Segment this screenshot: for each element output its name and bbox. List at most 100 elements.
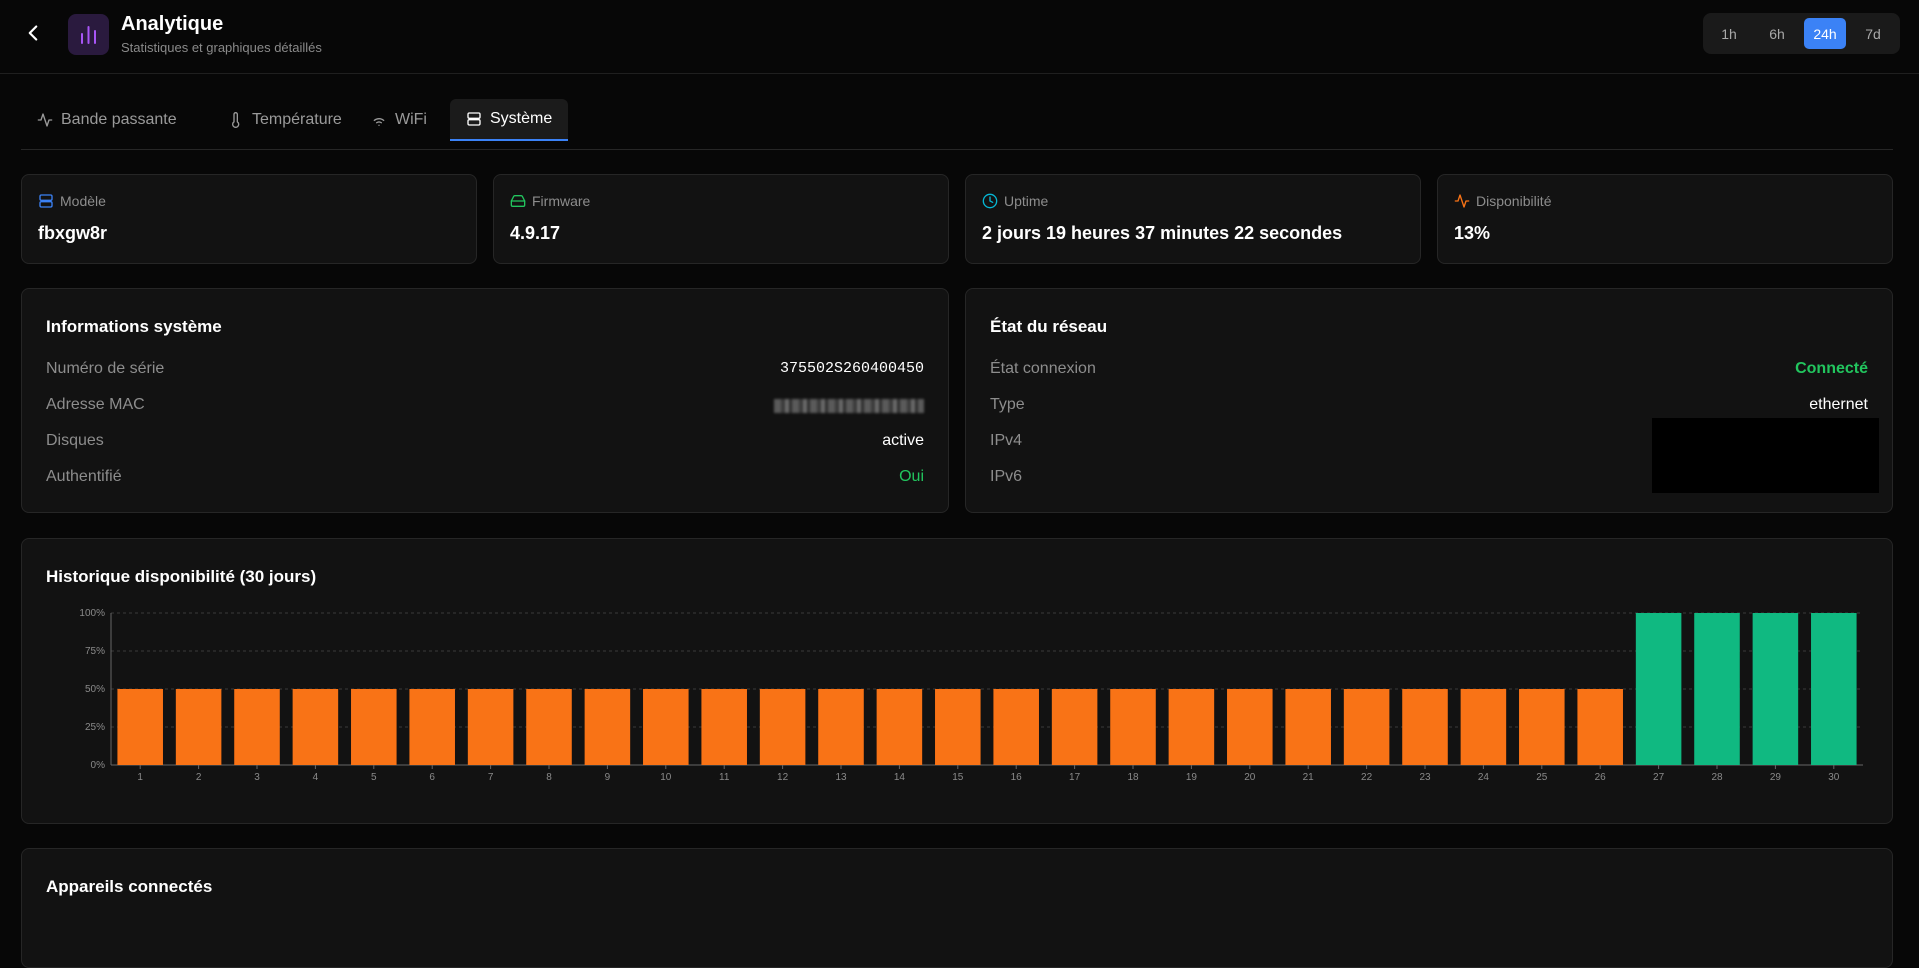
availability-bar — [701, 689, 747, 765]
x-tick-label: 13 — [835, 772, 847, 783]
stat-label: Modèle — [60, 193, 106, 209]
bar-chart-icon — [81, 26, 96, 44]
info-key: IPv4 — [990, 432, 1023, 449]
availability-bar — [1168, 689, 1215, 765]
panel-title: Informations système — [46, 317, 222, 336]
x-tick-label: 26 — [1595, 772, 1607, 783]
stat-card-model: Modèle fbxgw8r — [21, 174, 477, 264]
tab-bande-passante[interactable]: Bande passante — [21, 99, 193, 141]
availability-bar — [1577, 689, 1623, 765]
availability-bar — [175, 689, 222, 765]
availability-bar — [759, 689, 806, 765]
x-tick-label: 28 — [1711, 772, 1723, 783]
availability-chart-panel: Historique disponibilité (30 jours) 0% 25… — [21, 538, 1893, 824]
info-key: Disques — [46, 432, 104, 449]
x-tick-label: 4 — [313, 772, 319, 783]
stat-value: fbxgw8r — [38, 223, 108, 243]
system-info-panel: Informations système Numéro de série 375… — [21, 288, 949, 513]
disks-value: active — [882, 432, 924, 449]
app-logo — [68, 14, 109, 55]
stat-label: Disponibilité — [1476, 193, 1552, 209]
availability-bar — [117, 689, 163, 765]
stat-value: 2 jours 19 heures 37 minutes 22 secondes — [982, 223, 1343, 243]
availability-bar — [292, 689, 339, 765]
redacted-ip-block — [1652, 418, 1879, 493]
blurred-mac — [774, 399, 924, 413]
stat-card-uptime: Uptime 2 jours 19 heures 37 minutes 22 s… — [965, 174, 1421, 264]
server-icon — [39, 194, 53, 208]
info-row-disks: Disques active — [46, 432, 924, 452]
tab-systeme[interactable]: Système — [450, 99, 569, 141]
x-tick-label: 15 — [952, 772, 964, 783]
x-tick-label: 17 — [1069, 772, 1081, 783]
stat-card-availability: Disponibilité 13% — [1437, 174, 1893, 264]
y-tick-label: 25% — [85, 722, 105, 733]
page-subtitle: Statistiques et graphiques détaillés — [121, 40, 322, 55]
availability-bar — [643, 689, 689, 765]
availability-bar — [1460, 689, 1507, 765]
availability-bar — [876, 689, 923, 765]
back-button[interactable] — [20, 20, 46, 46]
page-title: Analytique — [121, 13, 224, 35]
stat-card-firmware: Firmware 4.9.17 — [493, 174, 949, 264]
panel-title: État du réseau — [990, 317, 1108, 336]
range-6h-button[interactable]: 6h — [1756, 18, 1798, 49]
x-tick-label: 5 — [371, 772, 377, 783]
x-tick-label: 9 — [605, 772, 611, 783]
availability-bar — [1635, 613, 1682, 765]
info-row-connection: État connexion Connecté — [990, 360, 1868, 380]
info-key: Type — [990, 396, 1025, 413]
info-key: Authentifié — [46, 468, 122, 485]
info-key: État connexion — [990, 360, 1096, 377]
thermometer-icon — [232, 112, 240, 128]
stat-label-row: Modèle — [38, 193, 106, 209]
app-header: Analytique Statistiques et graphiques dé… — [0, 0, 1919, 74]
y-tick-label: 75% — [85, 646, 105, 657]
clock-icon — [982, 193, 998, 209]
tab-wifi[interactable]: WiFi — [355, 99, 443, 141]
x-tick-label: 2 — [196, 772, 202, 783]
stat-value: 4.9.17 — [510, 223, 561, 243]
tab-label: Système — [490, 110, 553, 127]
availability-bar — [1811, 613, 1857, 765]
time-range-selector: 1h 6h 24h 7d — [1703, 13, 1900, 54]
info-key: Numéro de série — [46, 360, 165, 377]
availability-bar — [1694, 613, 1740, 765]
stat-value: 13% — [1454, 223, 1491, 243]
range-24h-button[interactable]: 24h — [1804, 18, 1846, 49]
x-tick-label: 3 — [254, 772, 260, 783]
range-1h-button[interactable]: 1h — [1708, 18, 1750, 49]
availability-bar — [1402, 689, 1448, 765]
y-tick-label: 100% — [79, 608, 105, 619]
x-tick-label: 19 — [1186, 772, 1198, 783]
x-tick-label: 7 — [488, 772, 494, 783]
availability-bar-chart: 0%25%50%75%100%1 2 3 4 5 6 7 8 9 10 11 12 13 14 15 16 17… — [79, 608, 1863, 783]
connection-type-value: ethernet — [1809, 396, 1868, 413]
info-key: Adresse MAC — [46, 396, 145, 413]
connection-status-value: Connecté — [1795, 360, 1868, 377]
availability-bar — [467, 689, 514, 765]
tab-temperature[interactable]: Température — [212, 99, 358, 141]
availability-bar — [351, 689, 397, 765]
x-tick-label: 29 — [1770, 772, 1782, 783]
x-tick-label: 25 — [1536, 772, 1548, 783]
availability-bar — [1519, 689, 1565, 765]
x-tick-label: 23 — [1419, 772, 1431, 783]
availability-bar — [1227, 689, 1273, 765]
x-tick-label: 22 — [1361, 772, 1373, 783]
stat-label-row: Firmware — [510, 193, 590, 209]
availability-bar — [1343, 689, 1390, 765]
availability-bar — [1110, 689, 1156, 765]
availability-bar — [526, 689, 572, 765]
x-tick-label: 12 — [777, 772, 789, 783]
activity-icon — [37, 113, 53, 127]
x-tick-label: 24 — [1478, 772, 1490, 783]
range-7d-button[interactable]: 7d — [1852, 18, 1894, 49]
availability-bar — [935, 689, 981, 765]
x-tick-label: 21 — [1303, 772, 1315, 783]
x-tick-label: 1 — [137, 772, 143, 783]
info-key: IPv6 — [990, 468, 1023, 485]
stat-label-row: Uptime — [982, 193, 1048, 209]
info-row-authenticated: Authentifié Oui — [46, 468, 924, 488]
tab-label: WiFi — [395, 111, 427, 128]
